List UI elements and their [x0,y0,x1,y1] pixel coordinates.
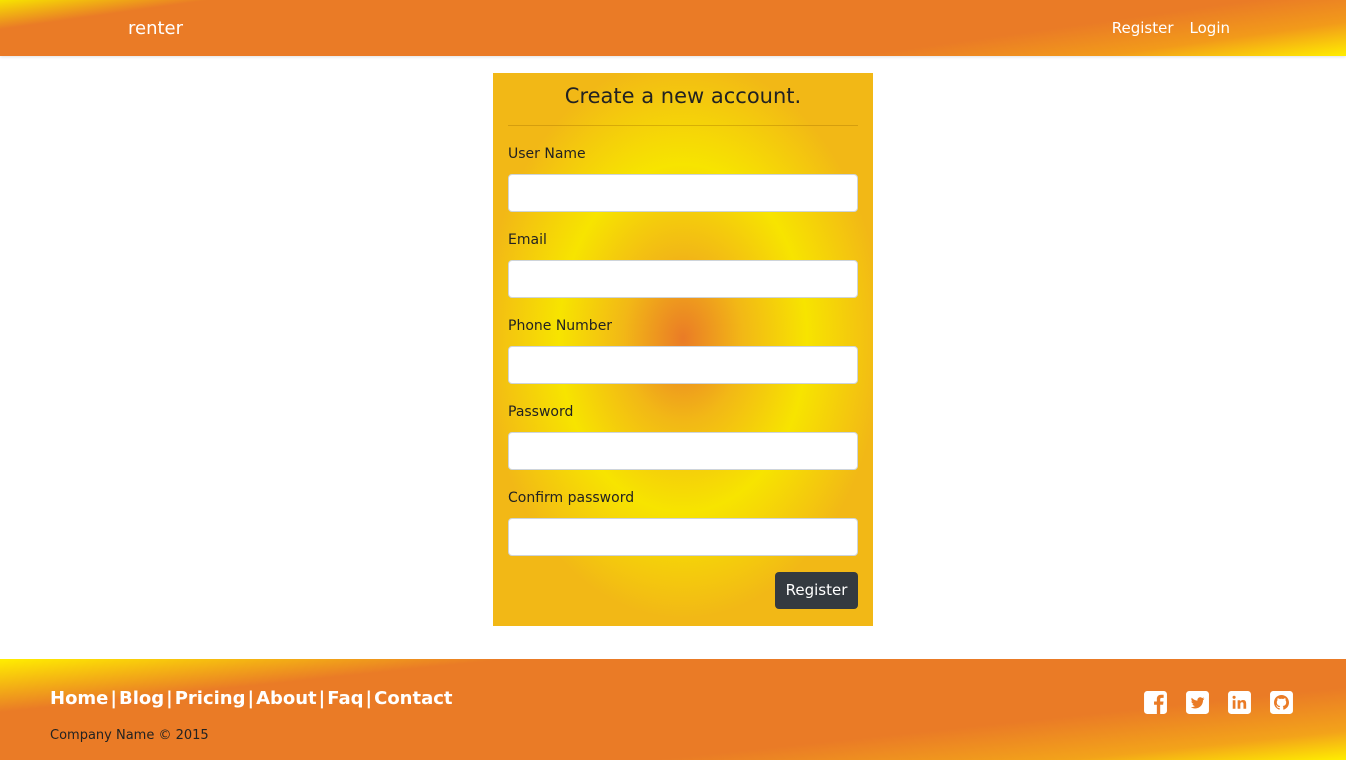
footer-separator: | [318,688,326,709]
footer-link-blog[interactable]: Blog [119,688,164,709]
confirm-password-input[interactable] [508,518,858,556]
github-icon[interactable] [1269,690,1294,715]
footer-separator: | [110,688,117,709]
phone-group: Phone Number [508,316,858,384]
copyright-text: Company Name © 2015 [50,728,209,743]
footer-links: Home | Blog | Pricing | About | Faq | Contact [50,687,453,711]
footer-separator: | [166,688,173,709]
register-form-card: Create a new account. User Name Email Ph… [493,73,873,626]
email-input[interactable] [508,260,858,298]
footer-separator: | [365,688,373,709]
footer-link-pricing[interactable]: Pricing [175,688,246,709]
footer-link-contact[interactable]: Contact [374,688,452,709]
social-links [1143,690,1294,715]
footer-link-about[interactable]: About [256,688,317,709]
password-group: Password [508,402,858,470]
form-title: Create a new account. [564,84,802,108]
email-group: Email [508,230,858,298]
twitter-icon[interactable] [1185,690,1210,715]
register-submit-button[interactable]: Register [775,572,858,609]
facebook-icon[interactable] [1143,690,1168,715]
username-input[interactable] [508,174,858,212]
password-input[interactable] [508,432,858,470]
footer-separator: | [247,688,255,709]
email-label: Email [508,232,547,248]
password-label: Password [508,404,574,420]
page-footer: Home | Blog | Pricing | About | Faq | Contact Comp… [0,659,1346,760]
top-navbar: renter Register Login [0,0,1346,56]
linkedin-icon[interactable] [1227,690,1252,715]
username-group: User Name [508,144,858,212]
nav-login-link[interactable]: Login [1190,18,1230,38]
footer-link-faq[interactable]: Faq [327,688,363,709]
username-label: User Name [508,146,586,162]
confirm-password-group: Confirm password [508,488,858,556]
nav-register-link[interactable]: Register [1112,18,1174,38]
footer-link-home[interactable]: Home [50,688,108,709]
nav-links: Register Login [1112,18,1230,38]
phone-input[interactable] [508,346,858,384]
confirm-password-label: Confirm password [508,490,635,506]
brand-logo[interactable]: renter [128,17,183,41]
title-divider [508,125,858,126]
phone-label: Phone Number [508,318,613,334]
